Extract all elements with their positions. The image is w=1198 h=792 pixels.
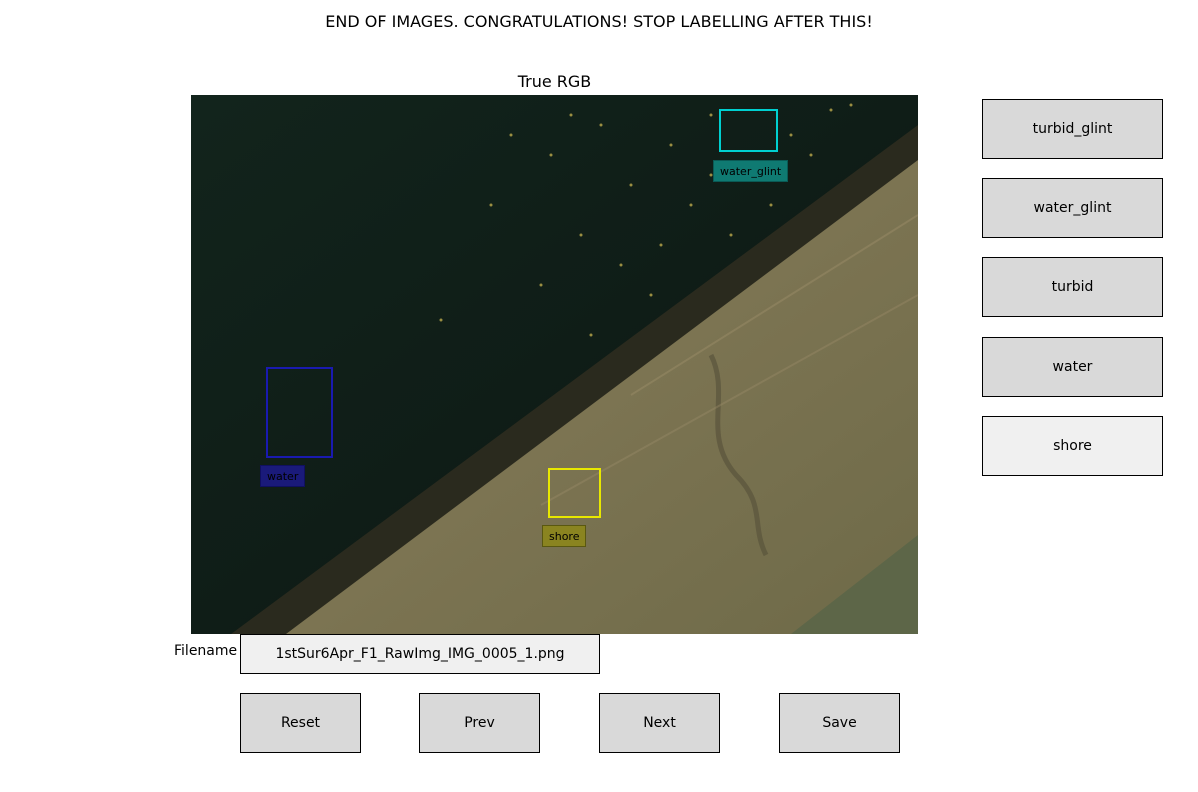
aerial-image-graphic xyxy=(191,95,918,634)
aerial-image[interactable] xyxy=(191,95,918,634)
reset-button[interactable]: Reset xyxy=(240,693,361,753)
shore-annotation-box[interactable] xyxy=(548,468,601,518)
water-glint-annotation-tag: water_glint xyxy=(713,160,789,182)
water-annotation-tag: water xyxy=(260,465,306,487)
prev-button[interactable]: Prev xyxy=(419,693,540,753)
label-turbid-button[interactable]: turbid xyxy=(982,257,1163,317)
water-glint-annotation-box[interactable] xyxy=(719,109,778,152)
label-water-button[interactable]: water xyxy=(982,337,1163,397)
filename-field[interactable]: 1stSur6Apr_F1_RawImg_IMG_0005_1.png xyxy=(240,634,600,674)
filename-label: Filename xyxy=(174,643,238,659)
next-button[interactable]: Next xyxy=(599,693,720,753)
shore-annotation-tag: shore xyxy=(542,525,587,547)
label-turbid-glint-button[interactable]: turbid_glint xyxy=(982,99,1163,159)
save-button[interactable]: Save xyxy=(779,693,900,753)
image-title: True RGB xyxy=(517,72,592,91)
water-annotation-box[interactable] xyxy=(266,367,333,458)
label-shore-button[interactable]: shore xyxy=(982,416,1163,476)
label-water-glint-button[interactable]: water_glint xyxy=(982,178,1163,238)
end-of-images-banner: END OF IMAGES. CONGRATULATIONS! STOP LAB… xyxy=(325,12,873,31)
